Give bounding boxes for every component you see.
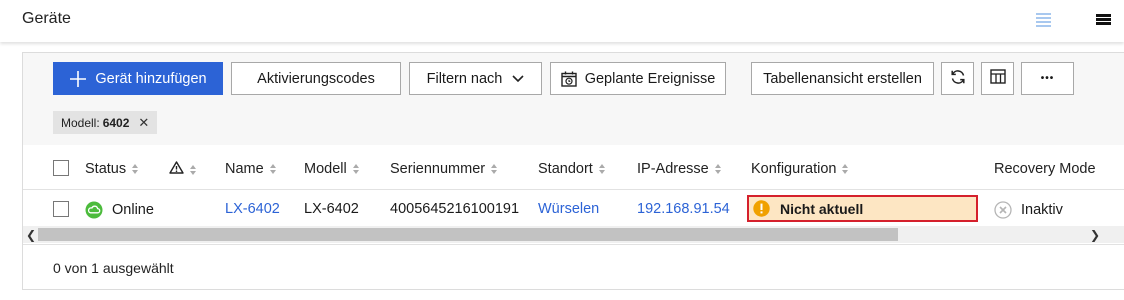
chevron-down-icon: [512, 74, 524, 83]
top-bar: Geräte: [0, 0, 1124, 42]
location-link[interactable]: Würselen: [538, 201, 599, 217]
status-cell: Online: [85, 201, 154, 219]
filter-chip: Modell: 6402 ✕: [53, 111, 158, 134]
add-device-button[interactable]: Gerät hinzufügen: [53, 62, 223, 95]
status-text: Online: [112, 202, 154, 218]
exclamation-icon: [753, 200, 770, 217]
table-layout-button[interactable]: [981, 62, 1014, 95]
column-header-status[interactable]: Status: [85, 161, 139, 177]
sort-icon: [269, 164, 277, 174]
scroll-right-icon[interactable]: ❯: [1089, 228, 1101, 242]
recovery-mode-text: Inaktiv: [1021, 202, 1063, 218]
row-checkbox[interactable]: [53, 201, 69, 217]
inactive-x-icon: [994, 201, 1012, 219]
column-header-ip[interactable]: IP-Adresse: [637, 161, 722, 177]
filter-chip-value: 6402: [102, 115, 130, 130]
column-header-name[interactable]: Name: [225, 161, 277, 177]
column-header-recovery-mode[interactable]: Recovery Mode: [994, 161, 1096, 177]
table-footer: 0 von 1 ausgewählt: [23, 244, 1124, 289]
model-cell: LX-6402: [304, 201, 359, 217]
add-device-label: Gerät hinzufügen: [95, 70, 207, 87]
sort-icon: [491, 164, 498, 174]
column-serial-label: Seriennummer: [390, 161, 486, 177]
scheduled-events-button[interactable]: Geplante Ereignisse: [550, 62, 726, 95]
serial-cell: 4005645216100191: [390, 201, 520, 217]
scroll-left-icon[interactable]: ❮: [25, 228, 37, 242]
sort-icon: [352, 164, 360, 174]
list-view-icon[interactable]: [1036, 13, 1051, 27]
refresh-button[interactable]: [941, 62, 974, 95]
column-status-label: Status: [85, 161, 127, 177]
recovery-mode-cell: Inaktiv: [994, 201, 1063, 219]
column-name-label: Name: [225, 161, 264, 177]
refresh-icon: [950, 69, 966, 89]
activation-codes-button[interactable]: Aktivierungscodes: [231, 62, 401, 95]
column-location-label: Standort: [538, 161, 593, 177]
column-header-model[interactable]: Modell: [304, 161, 360, 177]
filter-chip-label: Modell:: [61, 115, 100, 130]
column-header-serial[interactable]: Seriennummer: [390, 161, 498, 177]
activation-codes-label: Aktivierungscodes: [257, 70, 375, 87]
warning-triangle-icon: [169, 161, 184, 178]
sort-icon: [842, 164, 849, 174]
sort-icon: [714, 164, 722, 174]
column-recovery-mode-label: Recovery Mode: [994, 161, 1096, 177]
more-actions-button[interactable]: •••: [1021, 62, 1074, 95]
device-name-link[interactable]: LX-6402: [225, 201, 280, 217]
select-all-checkbox[interactable]: [53, 160, 69, 176]
scheduled-events-label: Geplante Ereignisse: [584, 70, 716, 87]
selection-count: 0 von 1 ausgewählt: [53, 260, 174, 276]
close-icon[interactable]: ✕: [138, 115, 149, 131]
table-layout-icon: [989, 69, 1006, 88]
more-label: •••: [1040, 73, 1055, 84]
configuration-status-badge[interactable]: Nicht aktuell: [747, 195, 978, 222]
compact-view-icon[interactable]: [1096, 14, 1111, 26]
column-model-label: Modell: [304, 161, 347, 177]
column-configuration-label: Konfiguration: [751, 161, 837, 177]
page-title: Geräte: [22, 10, 71, 27]
calendar-clock-icon: [561, 71, 577, 87]
scrollbar-thumb[interactable]: [38, 228, 898, 241]
configuration-status-text: Nicht aktuell: [780, 200, 864, 217]
cloud-online-icon: [85, 201, 103, 219]
sort-icon: [190, 164, 197, 175]
filter-by-label: Filtern nach: [426, 70, 503, 87]
column-ip-label: IP-Adresse: [637, 161, 709, 177]
column-header-location[interactable]: Standort: [538, 161, 606, 177]
create-table-view-label: Tabellenansicht erstellen: [763, 70, 922, 87]
plus-icon: [69, 70, 87, 88]
ip-address-link[interactable]: 192.168.91.54: [637, 201, 730, 217]
filter-by-button[interactable]: Filtern nach: [409, 62, 542, 95]
column-header-alerts[interactable]: [169, 161, 197, 178]
horizontal-scrollbar[interactable]: ❮ ❯: [23, 226, 1124, 243]
create-table-view-button[interactable]: Tabellenansicht erstellen: [751, 62, 934, 95]
sort-icon: [132, 164, 139, 174]
column-header-configuration[interactable]: Konfiguration: [751, 161, 849, 177]
header-divider: [23, 189, 1124, 190]
sort-icon: [598, 164, 606, 174]
